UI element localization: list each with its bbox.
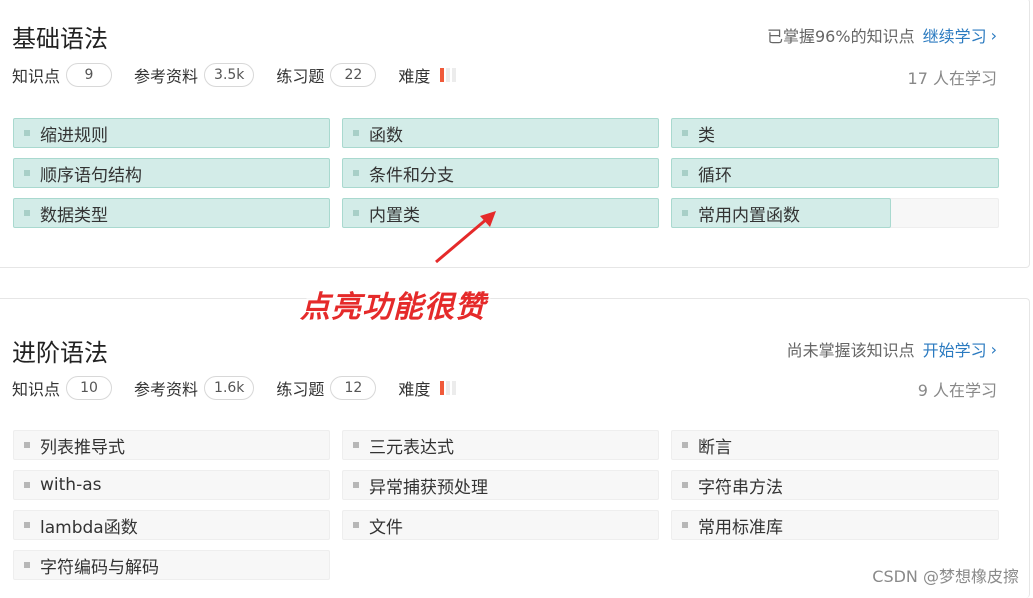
tag-label: 常用内置函数 bbox=[698, 205, 800, 226]
watermark: CSDN @梦想橡皮擦 bbox=[872, 567, 1019, 586]
annotation-arrow bbox=[435, 211, 496, 264]
bullet-icon bbox=[682, 210, 688, 216]
annotation-text: 点亮功能很赞 bbox=[300, 290, 486, 325]
